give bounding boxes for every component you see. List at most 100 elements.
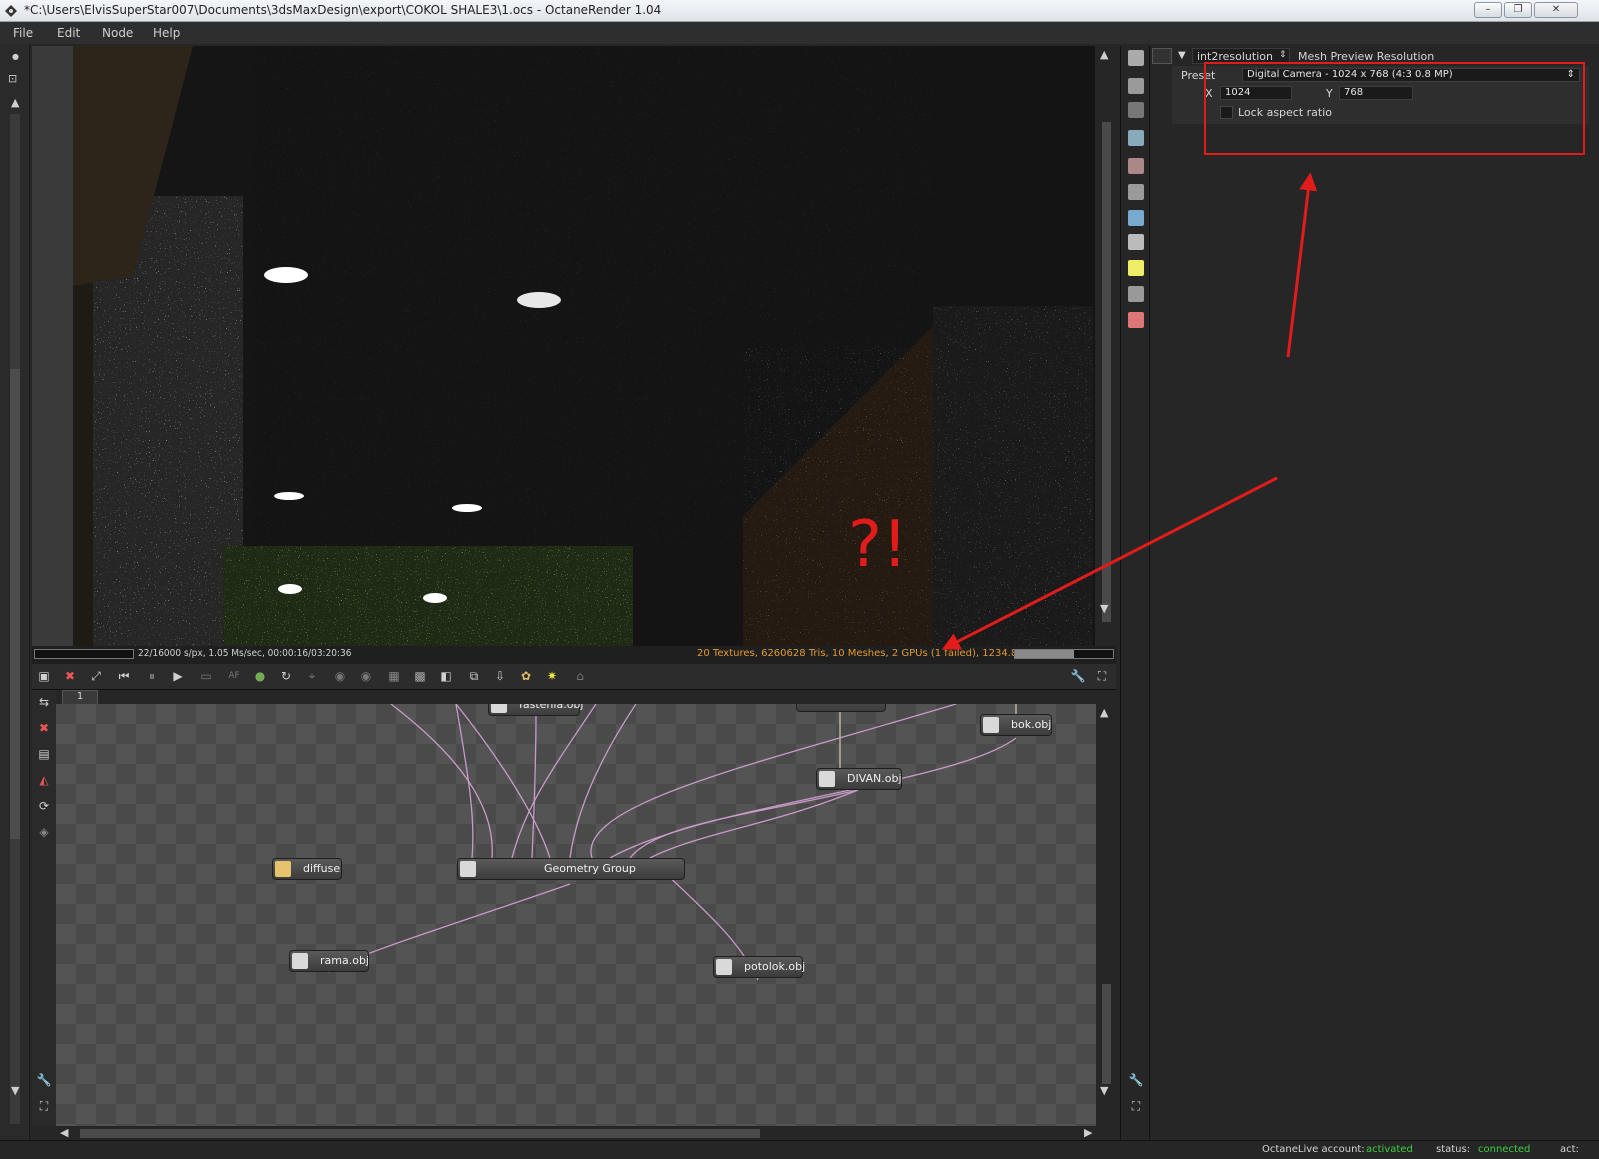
render-image[interactable]: ?! — [73, 46, 1095, 646]
scroll-left-arrow-icon[interactable]: ◀ — [60, 1126, 68, 1139]
palette-icon[interactable]: ✿ — [518, 668, 534, 684]
mesh-node-icon — [491, 704, 507, 713]
pick-icon[interactable]: ⌖ — [304, 668, 320, 684]
collapse-arrow-icon[interactable]: ▼ — [1178, 50, 1186, 61]
kernel-icon[interactable] — [1128, 158, 1144, 174]
left-scroll-thumb[interactable] — [10, 369, 20, 839]
texture-icon[interactable]: ◈ — [36, 824, 52, 840]
node-vertical-scrollbar[interactable]: ▲ ▼ — [1096, 704, 1116, 1126]
account-value: activated — [1366, 1144, 1413, 1155]
scroll-down-arrow-icon[interactable]: ▼ — [1100, 602, 1108, 615]
close-button[interactable]: ✕ — [1534, 2, 1578, 18]
node-stop-icon[interactable]: ✖ — [36, 720, 52, 736]
light-icon[interactable]: ✷ — [544, 668, 560, 684]
menu-file[interactable]: File — [13, 26, 33, 40]
annotation-highlight-box — [1204, 62, 1585, 155]
layers-icon[interactable] — [1128, 78, 1144, 94]
account-label: OctaneLive account: — [1262, 1144, 1365, 1155]
node-diffuse[interactable]: diffuse — [272, 858, 342, 880]
film-icon[interactable]: ▤ — [36, 746, 52, 762]
mesh-node-icon — [983, 717, 999, 733]
octane-render-window: *C:\Users\ElvisSuperStar007\Documents\3d… — [0, 0, 1599, 1159]
minimize-button[interactable]: – — [1474, 2, 1502, 18]
node-potolok[interactable]: potolok.obj — [713, 956, 805, 978]
environment-icon[interactable] — [1128, 210, 1144, 226]
material-icon[interactable] — [1128, 312, 1144, 328]
scroll-down-arrow-icon[interactable]: ▼ — [11, 1084, 19, 1097]
scroll-down-arrow-icon[interactable]: ▼ — [1100, 1084, 1108, 1097]
list-icon[interactable] — [1128, 102, 1144, 118]
properties-panel: ▼ int2resolution ⇕ Mesh Preview Resoluti… — [1152, 46, 1599, 1140]
node-bok[interactable]: bok.obj — [980, 714, 1052, 736]
left-dock-strip: ● ⊡ ▲ ▼ — [0, 44, 30, 1140]
render-progress-bar — [34, 649, 134, 659]
play-icon[interactable]: ▶ — [170, 668, 186, 684]
right-wrench-icon[interactable]: 🔧 — [1128, 1072, 1144, 1088]
rotate-icon[interactable]: ↻ — [278, 668, 294, 684]
gpu-memory-fill — [1015, 650, 1074, 658]
autofocus-icon[interactable]: AF — [226, 668, 242, 684]
node-horizontal-scrollbar[interactable]: ◀ ▶ — [56, 1126, 1116, 1140]
render-status-row: 22/16000 s/px, 1.05 Ms/sec, 00:00:16/03:… — [32, 646, 1116, 664]
transform-icon[interactable]: ⟳ — [36, 798, 52, 814]
panel-toggle-icon[interactable] — [1152, 48, 1172, 64]
scroll-up-arrow-icon[interactable]: ▲ — [1100, 48, 1108, 61]
region-icon[interactable]: ▭ — [198, 668, 214, 684]
node-rama[interactable]: rama.obj — [289, 950, 369, 972]
swap-icon[interactable]: ⇆ — [36, 694, 52, 710]
render-viewport[interactable]: ?! — [32, 46, 1095, 646]
sphere-icon[interactable]: ◉ — [332, 668, 348, 684]
menu-bar: File Edit Node Help — [0, 22, 1599, 44]
copy-icon[interactable]: ⧉ — [466, 668, 482, 684]
node-divan[interactable]: DIVAN.obj — [816, 768, 902, 790]
mesh-node-icon — [292, 953, 308, 969]
color-picker-icon[interactable]: ● — [252, 668, 268, 684]
node-graph-canvas[interactable]: fastenia.obj bok.obj DIVAN.obj diffuse G… — [56, 704, 1096, 1126]
menu-edit[interactable]: Edit — [57, 26, 80, 40]
fit-view-icon[interactable]: ⤢ — [88, 668, 104, 684]
scroll-up-arrow-icon[interactable]: ▲ — [1100, 706, 1108, 719]
grid-icon[interactable]: ▦ — [386, 668, 402, 684]
film-settings-icon[interactable] — [1128, 184, 1144, 200]
settings-icon[interactable] — [1128, 286, 1144, 302]
checker-board-icon[interactable]: ◧ — [438, 668, 454, 684]
stop-render-icon[interactable]: ✖ — [62, 668, 78, 684]
scene-outliner-icon[interactable]: ⊡ — [8, 72, 17, 85]
menu-help[interactable]: Help — [153, 26, 180, 40]
pause-icon[interactable]: ⏸ — [144, 668, 160, 684]
save-image-icon[interactable]: ▣ — [36, 668, 52, 684]
restore-button[interactable]: ❐ — [1504, 2, 1532, 18]
gpu-memory-bar — [1014, 649, 1114, 659]
status-label: status: — [1436, 1144, 1471, 1155]
restart-icon[interactable]: ⏮ — [116, 668, 132, 684]
imager-icon[interactable] — [1128, 234, 1144, 250]
node-fastenia[interactable]: fastenia.obj — [488, 704, 583, 716]
sun-icon[interactable] — [1128, 260, 1144, 276]
node-wrench-icon[interactable]: 🔧 — [36, 1072, 52, 1088]
select-arrows-icon: ⇕ — [1279, 50, 1287, 60]
node-hidden-top[interactable] — [796, 704, 886, 712]
material-ball-icon[interactable]: ◉ — [358, 668, 374, 684]
mesh-icon[interactable]: ◭ — [36, 772, 52, 788]
image-icon[interactable] — [1128, 130, 1144, 146]
node-fullscreen-icon[interactable]: ⛶ — [36, 1098, 52, 1114]
scroll-right-arrow-icon[interactable]: ▶ — [1084, 1126, 1092, 1139]
camera-icon[interactable] — [1128, 50, 1144, 66]
right-tool-column: 🔧 ⛶ — [1120, 46, 1150, 1140]
viewport-scrollbar[interactable]: ▲ ▼ — [1096, 46, 1116, 646]
node-hscroll-thumb[interactable] — [80, 1129, 760, 1138]
octane-app-icon — [5, 5, 17, 17]
lock-icon[interactable]: ⌂ — [572, 668, 588, 684]
wrench-icon[interactable]: 🔧 — [1070, 668, 1086, 684]
export-icon[interactable]: ⇩ — [492, 668, 508, 684]
scroll-up-arrow-icon[interactable]: ▲ — [11, 96, 19, 109]
node-tab-1[interactable]: 1 — [62, 690, 98, 704]
pin-icon[interactable]: ● — [12, 52, 19, 61]
checker-icon[interactable]: ▩ — [412, 668, 428, 684]
menu-node[interactable]: Node — [102, 26, 133, 40]
fullscreen-icon[interactable]: ⛶ — [1094, 668, 1110, 684]
node-vscroll-thumb[interactable] — [1102, 984, 1111, 1084]
node-geometry-group[interactable]: Geometry Group — [457, 858, 685, 880]
right-fullscreen-icon[interactable]: ⛶ — [1128, 1098, 1144, 1114]
viewport-scroll-thumb[interactable] — [1102, 122, 1111, 622]
